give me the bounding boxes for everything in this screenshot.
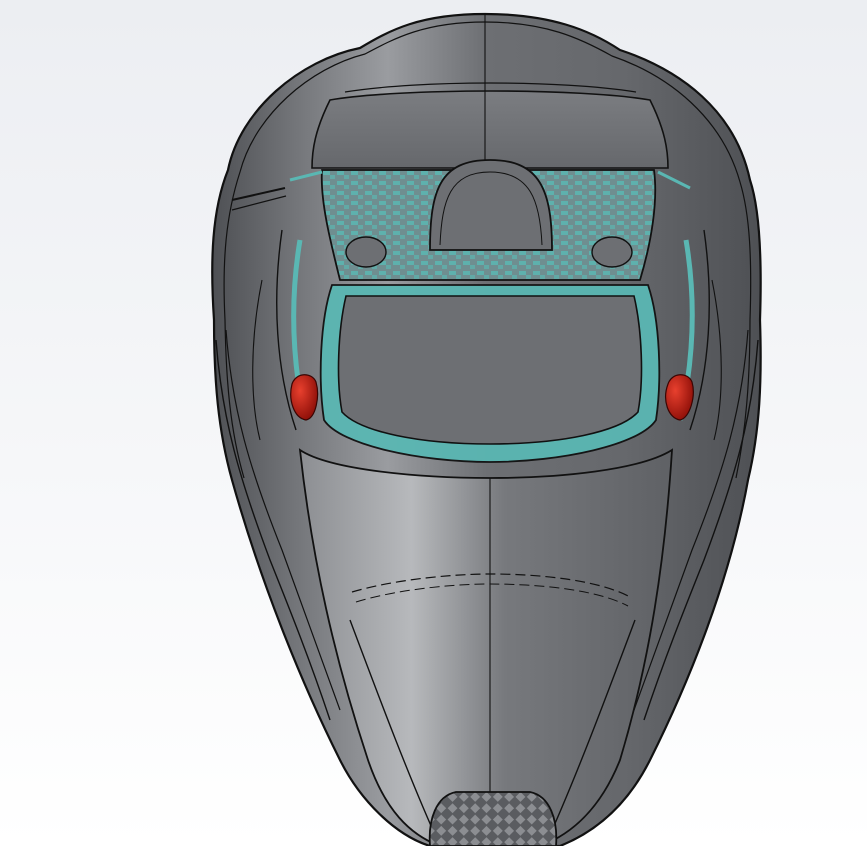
cad-model-render[interactable] [0,0,867,846]
cad-viewport[interactable] [0,0,867,846]
rear-window[interactable] [289,159,691,281]
front-nose-grille[interactable] [428,791,558,846]
left-vent [345,236,387,268]
right-vent [591,236,633,268]
